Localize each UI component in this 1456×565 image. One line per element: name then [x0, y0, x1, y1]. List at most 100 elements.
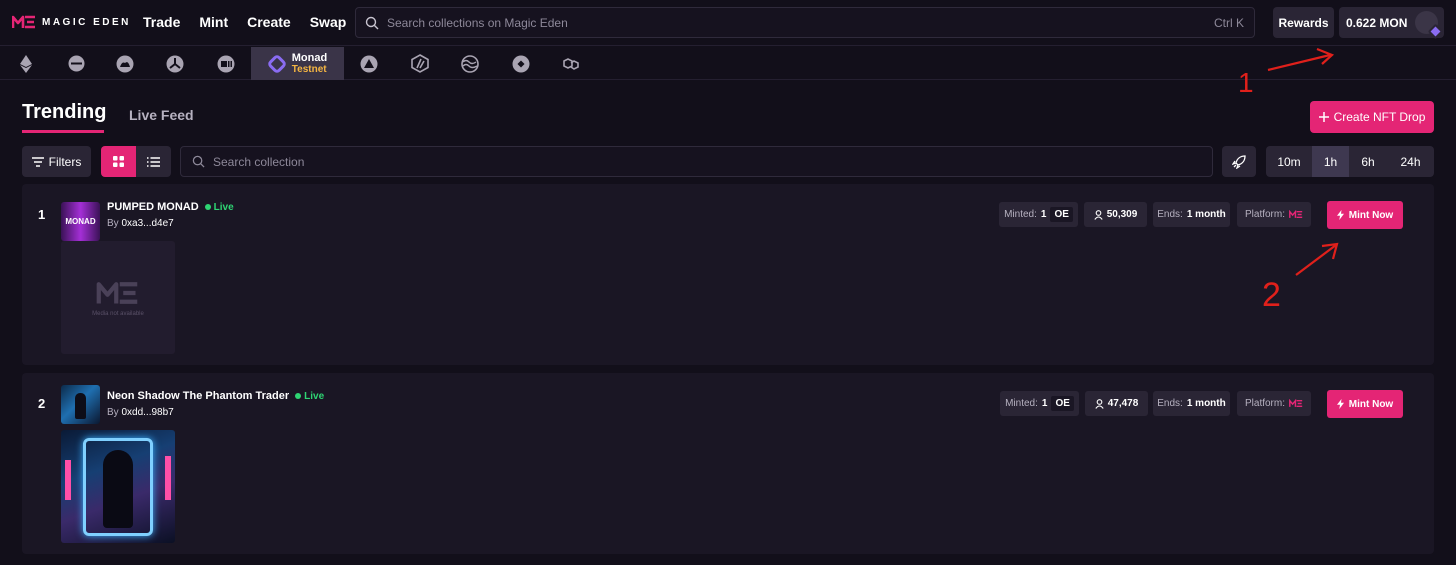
mint-now-button[interactable]: Mint Now: [1327, 201, 1403, 229]
magic-eden-logo[interactable]: MAGIC EDEN: [12, 14, 131, 30]
launchpad-button[interactable]: [1222, 146, 1256, 177]
minted-value: 1: [1040, 209, 1047, 220]
grid-view-button[interactable]: [101, 146, 136, 177]
rewards-button[interactable]: Rewards: [1273, 7, 1334, 38]
collection-name[interactable]: Neon Shadow The Phantom Trader: [107, 390, 289, 402]
magic-eden-logo-icon: [12, 15, 35, 29]
chain-polygon[interactable]: [557, 47, 585, 80]
chain-selector-bar: Monad Testnet: [0, 47, 1456, 80]
collection-thumbnail[interactable]: MONAD: [61, 202, 100, 241]
time-1h[interactable]: 1h: [1312, 146, 1349, 177]
nav-create[interactable]: Create: [247, 14, 291, 30]
top-bar: MAGIC EDEN Trade Mint Create Swap Ctrl K…: [0, 0, 1456, 46]
global-search[interactable]: Ctrl K: [355, 7, 1255, 38]
time-range-group: 10m 1h 6h 24h: [1266, 146, 1434, 177]
collection-card[interactable]: 1 MONAD PUMPED MONAD Live By 0xa3...d4e7…: [22, 184, 1434, 365]
minters-chip: 47,478: [1085, 391, 1148, 416]
avalanche-icon: [360, 55, 378, 72]
chain-bnb[interactable]: [507, 47, 535, 80]
lightning-icon: [1336, 399, 1344, 409]
chain-monad-testnet[interactable]: Monad Testnet: [251, 47, 344, 80]
minters-chip: 50,309: [1084, 202, 1147, 227]
polygon-icon: [563, 57, 579, 70]
nav-mint[interactable]: Mint: [199, 14, 228, 30]
collection-media[interactable]: Media not available: [61, 241, 175, 354]
thumbnail-text: MONAD: [65, 217, 96, 226]
filter-icon: [31, 156, 44, 167]
creator-address[interactable]: 0xdd...98b7: [121, 407, 173, 418]
mint-now-label: Mint Now: [1348, 209, 1394, 221]
live-label: Live: [304, 390, 325, 402]
list-view-button[interactable]: [136, 146, 171, 177]
chain-avalanche[interactable]: [355, 47, 383, 80]
ends-value: 1 month: [1186, 398, 1226, 409]
collection-rank: 1: [38, 207, 46, 222]
collection-media[interactable]: [61, 430, 175, 543]
ends-label: Ends:: [1157, 209, 1183, 220]
ends-label: Ends:: [1157, 398, 1183, 409]
base-icon: [68, 55, 84, 72]
bnb-icon: [512, 55, 530, 72]
sei-icon: [461, 54, 479, 73]
nav-swap[interactable]: Swap: [310, 14, 347, 30]
collection-search-input[interactable]: [213, 154, 1212, 169]
page-tabs: Trending Live Feed: [22, 101, 194, 133]
ethereum-icon: [20, 54, 32, 73]
platform-label: Platform:: [1244, 398, 1285, 409]
chain-ethereum[interactable]: [12, 47, 40, 80]
lightning-icon: [1336, 210, 1344, 220]
minters-count: 50,309: [1106, 209, 1138, 220]
chain-sei[interactable]: [456, 47, 484, 80]
user-icon: [1094, 209, 1103, 220]
mint-now-label: Mint Now: [1348, 398, 1394, 410]
chain-abstract[interactable]: [212, 47, 240, 80]
apechain-icon: [166, 55, 184, 72]
collection-rank: 2: [38, 396, 46, 411]
minted-chip: Minted: 1 OE: [999, 202, 1078, 227]
chain-apechain[interactable]: [161, 47, 189, 80]
creator-prefix: By: [107, 218, 119, 229]
creator-address[interactable]: 0xa3...d4e7: [121, 218, 173, 229]
chain-arbitrum[interactable]: [406, 47, 434, 80]
filters-button[interactable]: Filters: [22, 146, 91, 177]
minted-value: 1: [1041, 398, 1048, 409]
tab-live-feed[interactable]: Live Feed: [129, 107, 194, 133]
live-dot-icon: [204, 204, 211, 210]
minted-chip: Minted: 1 OE: [1000, 391, 1079, 416]
minted-label: Minted:: [1004, 209, 1037, 220]
wallet-avatar: [1415, 11, 1444, 40]
time-6h[interactable]: 6h: [1349, 146, 1387, 177]
minted-label: Minted:: [1005, 398, 1038, 409]
neon-sign-left: [65, 460, 71, 500]
berachain-icon: [116, 55, 134, 72]
nav-trade[interactable]: Trade: [143, 14, 180, 30]
filters-label: Filters: [48, 154, 82, 169]
global-search-input[interactable]: [387, 15, 1214, 30]
time-10m[interactable]: 10m: [1266, 146, 1312, 177]
chain-berachain[interactable]: [111, 47, 139, 80]
chain-base[interactable]: [62, 47, 90, 80]
main-nav: Trade Mint Create Swap: [143, 14, 346, 30]
collection-thumbnail[interactable]: [61, 385, 100, 424]
create-nft-drop-button[interactable]: Create NFT Drop: [1310, 101, 1434, 133]
collection-card[interactable]: 2 Neon Shadow The Phantom Trader Live By…: [22, 373, 1434, 554]
collection-search[interactable]: [180, 146, 1213, 177]
collection-name-row: PUMPED MONAD Live: [107, 201, 234, 213]
creator-prefix: By: [107, 407, 119, 418]
platform-chip: Platform:: [1237, 391, 1311, 416]
live-dot-icon: [295, 393, 302, 399]
wallet-button[interactable]: 0.622 MON: [1339, 7, 1444, 40]
tab-trending[interactable]: Trending: [22, 101, 106, 133]
phantom-figure: [75, 393, 86, 419]
phantom-figure: [103, 450, 133, 528]
time-24h[interactable]: 24h: [1387, 146, 1434, 177]
mint-now-button[interactable]: Mint Now: [1327, 390, 1403, 418]
minters-count: 47,478: [1107, 398, 1139, 409]
collection-name[interactable]: PUMPED MONAD: [107, 201, 199, 213]
minted-type: OE: [1050, 207, 1073, 222]
ends-value: 1 month: [1186, 209, 1226, 220]
magic-eden-platform-icon: [1289, 210, 1303, 219]
live-badge: Live: [204, 202, 234, 213]
search-icon: [365, 16, 379, 29]
monad-badge-icon: [1427, 23, 1444, 40]
